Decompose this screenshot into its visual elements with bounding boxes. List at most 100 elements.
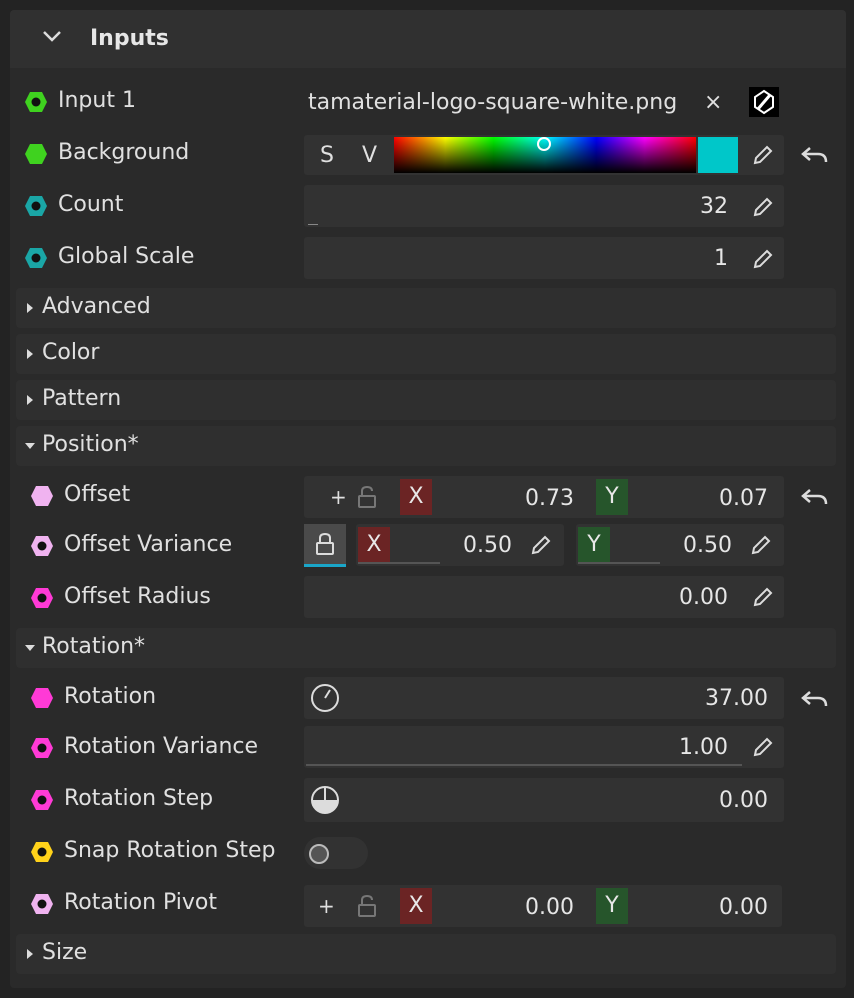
rotation-variance-label: Rotation Variance	[64, 734, 259, 759]
offset-variance-row: Offset Variance X 0.50 Y 0.50	[16, 522, 838, 570]
offset-variance-y-field[interactable]: Y 0.50	[576, 524, 784, 566]
pivot-add-button[interactable]: +	[318, 894, 335, 918]
section-advanced-label: Advanced	[42, 294, 151, 319]
background-row: Background S V	[16, 130, 838, 178]
count-row: Count 32	[16, 182, 838, 230]
pivot-x-value[interactable]: 0.00	[514, 895, 574, 920]
rotation-row: Rotation 37.00	[16, 674, 838, 722]
offset-field: + X 0.73 Y 0.07	[304, 476, 784, 518]
rotation-step-label: Rotation Step	[64, 786, 214, 811]
pencil-icon[interactable]	[752, 586, 774, 608]
offset-radius-value: 0.00	[679, 585, 728, 610]
global-scale-value: 1	[714, 246, 728, 271]
rotation-field[interactable]: 37.00	[304, 677, 784, 719]
rotation-variance-field[interactable]: 1.00	[304, 726, 784, 768]
offset-x-value[interactable]: 0.73	[524, 486, 574, 511]
y-slider-track	[578, 562, 660, 564]
rotation-pivot-field: + X 0.00 Y 0.00	[304, 885, 782, 927]
light-pink-socket-icon[interactable]	[30, 534, 54, 558]
teal-socket-icon[interactable]	[24, 194, 48, 218]
green-socket-icon[interactable]	[24, 90, 48, 114]
pink-socket-icon[interactable]	[30, 788, 54, 812]
pencil-icon[interactable]	[752, 248, 774, 270]
panel-title: Inputs	[90, 26, 169, 51]
rotation-variance-row: Rotation Variance 1.00	[16, 724, 838, 772]
pivot-x-label: X	[400, 888, 432, 924]
pink-socket-icon[interactable]	[30, 686, 54, 710]
file-field[interactable]: tamaterial-logo-square-white.png	[304, 80, 744, 124]
section-advanced[interactable]: Advanced	[16, 288, 836, 328]
rotation-step-row: Rotation Step 0.00	[16, 776, 838, 824]
pencil-icon[interactable]	[752, 736, 774, 758]
unlock-icon[interactable]	[356, 485, 378, 509]
rotation-step-field[interactable]: 0.00	[304, 778, 784, 822]
rotation-variance-slider[interactable]	[306, 764, 742, 766]
clear-icon[interactable]: ×	[704, 90, 722, 115]
step-dial-icon[interactable]	[310, 785, 340, 815]
pencil-icon[interactable]	[530, 534, 552, 556]
pink-socket-icon[interactable]	[30, 736, 54, 760]
global-scale-field[interactable]: 1	[304, 237, 784, 279]
count-label: Count	[58, 192, 124, 217]
file-name: tamaterial-logo-square-white.png	[308, 90, 678, 115]
offset-variance-x-field[interactable]: X 0.50	[356, 524, 564, 566]
snap-rotation-step-row: Snap Rotation Step	[16, 828, 838, 876]
angle-dial-icon[interactable]	[310, 683, 340, 713]
toggle-knob	[309, 844, 329, 864]
section-position[interactable]: Position*	[16, 426, 836, 466]
light-pink-socket-icon[interactable]	[30, 484, 54, 508]
color-field: S V	[304, 135, 784, 175]
input1-row: Input 1 tamaterial-logo-square-white.png…	[16, 78, 838, 126]
offset-y-value[interactable]: 0.07	[714, 486, 768, 511]
snap-toggle[interactable]	[304, 837, 368, 869]
caret-right-icon	[27, 395, 33, 405]
s-mode-button[interactable]: S	[320, 143, 334, 168]
pivot-y-value[interactable]: 0.00	[708, 895, 768, 920]
pencil-icon[interactable]	[752, 196, 774, 218]
reset-icon[interactable]	[800, 144, 828, 166]
offset-variance-y-value: 0.50	[683, 533, 732, 558]
color-swatch[interactable]	[698, 137, 738, 173]
logo-thumbnail-icon[interactable]	[749, 87, 779, 117]
pink-socket-icon[interactable]	[30, 586, 54, 610]
hue-slider[interactable]	[394, 135, 696, 175]
rotation-pivot-row: Rotation Pivot + X 0.00 Y 0.00	[16, 880, 838, 928]
caret-right-icon	[27, 949, 33, 959]
section-pattern[interactable]: Pattern	[16, 380, 836, 420]
pencil-icon[interactable]	[750, 534, 772, 556]
offset-variance-x-value: 0.50	[463, 533, 512, 558]
offset-radius-field[interactable]: 0.00	[304, 576, 784, 618]
section-position-label: Position*	[42, 432, 139, 457]
unlock-icon[interactable]	[356, 894, 378, 918]
section-color[interactable]: Color	[16, 334, 836, 374]
snap-rotation-step-label: Snap Rotation Step	[64, 838, 276, 863]
reset-icon[interactable]	[800, 486, 828, 508]
section-rotation[interactable]: Rotation*	[16, 628, 836, 668]
rotation-variance-value: 1.00	[679, 735, 728, 760]
offset-variance-label: Offset Variance	[64, 532, 233, 557]
global-scale-row: Global Scale 1	[16, 234, 838, 282]
v-mode-button[interactable]: V	[362, 143, 377, 168]
lock-toggle[interactable]	[304, 524, 346, 567]
inputs-header[interactable]: Inputs	[10, 10, 846, 68]
offset-x-label: X	[400, 479, 432, 515]
yellow-socket-icon[interactable]	[30, 840, 54, 864]
pencil-icon[interactable]	[752, 144, 774, 166]
x-slider-track	[358, 562, 440, 564]
chevron-down-icon[interactable]	[42, 30, 62, 42]
offset-add-button[interactable]: +	[330, 485, 347, 509]
count-value: 32	[700, 194, 728, 219]
section-color-label: Color	[42, 340, 100, 365]
count-field[interactable]: 32	[304, 185, 784, 227]
offset-radius-label: Offset Radius	[64, 584, 211, 609]
section-size[interactable]: Size	[16, 934, 836, 974]
reset-icon[interactable]	[800, 688, 828, 710]
rotation-label: Rotation	[64, 684, 157, 709]
caret-down-icon	[25, 645, 35, 651]
section-rotation-label: Rotation*	[42, 634, 146, 659]
teal-socket-icon[interactable]	[24, 246, 48, 270]
light-pink-socket-icon[interactable]	[30, 892, 54, 916]
offset-label: Offset	[64, 482, 131, 507]
caret-right-icon	[27, 349, 33, 359]
green-socket-icon[interactable]	[24, 142, 48, 166]
